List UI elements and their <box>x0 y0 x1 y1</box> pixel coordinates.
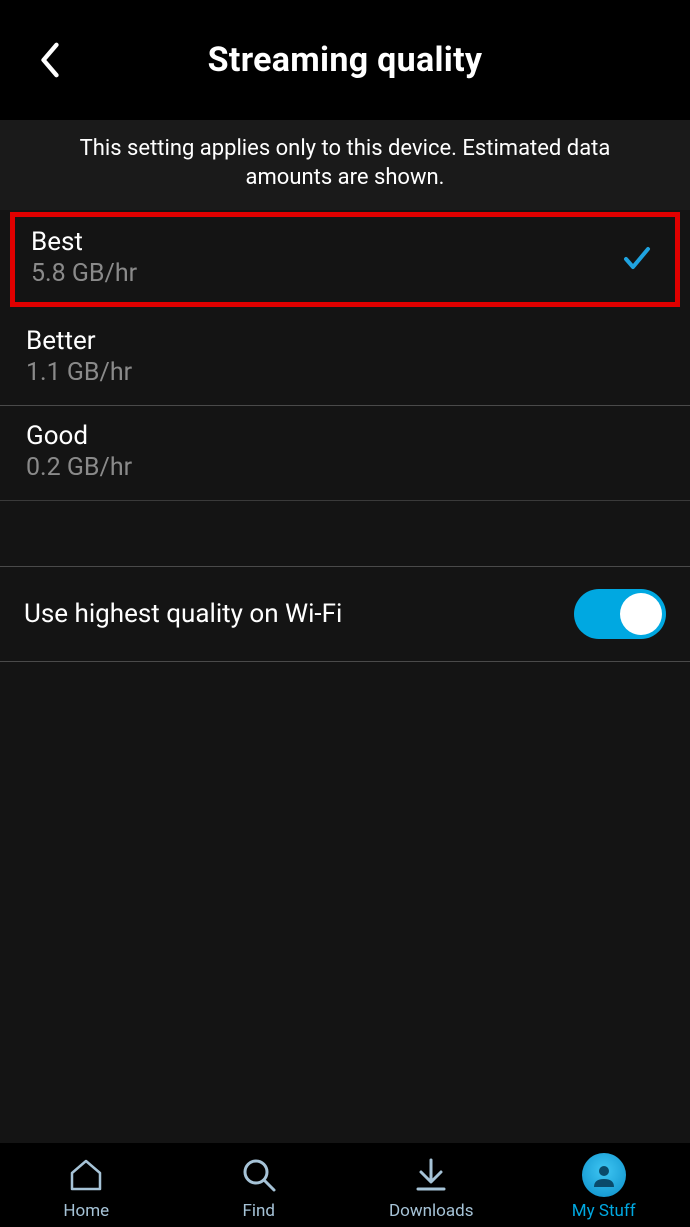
wifi-quality-label: Use highest quality on Wi-Fi <box>24 599 342 629</box>
quality-sublabel: 5.8 GB/hr <box>31 259 137 288</box>
quality-sublabel: 1.1 GB/hr <box>26 358 132 387</box>
bottom-nav: Home Find Downloads <box>0 1143 690 1227</box>
quality-text: Better 1.1 GB/hr <box>26 326 132 387</box>
toggle-knob <box>620 593 662 635</box>
quality-label: Best <box>31 227 137 257</box>
wifi-quality-row: Use highest quality on Wi-Fi <box>0 567 690 662</box>
quality-option-best[interactable]: Best 5.8 GB/hr <box>10 212 680 307</box>
quality-option-better[interactable]: Better 1.1 GB/hr <box>0 311 690 406</box>
nav-item-mystuff[interactable]: My Stuff <box>518 1155 690 1221</box>
quality-option-good[interactable]: Good 0.2 GB/hr <box>0 406 690 501</box>
home-icon <box>66 1155 106 1195</box>
quality-list: Best 5.8 GB/hr Better 1.1 GB/hr Good 0.2… <box>0 212 690 501</box>
page-title: Streaming quality <box>208 40 483 80</box>
info-banner: This setting applies only to this device… <box>0 120 690 210</box>
nav-label: Downloads <box>389 1201 473 1221</box>
header-bar: Streaming quality <box>0 0 690 120</box>
nav-label: My Stuff <box>572 1201 636 1221</box>
nav-label: Find <box>242 1201 275 1221</box>
nav-item-downloads[interactable]: Downloads <box>345 1155 518 1221</box>
quality-label: Better <box>26 326 132 356</box>
back-button[interactable] <box>30 40 70 80</box>
quality-label: Good <box>26 421 132 451</box>
chevron-left-icon <box>37 40 63 80</box>
nav-label: Home <box>63 1201 109 1221</box>
avatar-icon <box>582 1155 626 1195</box>
quality-text: Good 0.2 GB/hr <box>26 421 132 482</box>
nav-item-home[interactable]: Home <box>0 1155 173 1221</box>
section-spacer <box>0 501 690 567</box>
wifi-quality-toggle[interactable] <box>574 589 666 639</box>
search-icon <box>239 1155 279 1195</box>
content-area: Best 5.8 GB/hr Better 1.1 GB/hr Good 0.2… <box>0 210 690 1143</box>
download-icon <box>411 1155 451 1195</box>
quality-text: Best 5.8 GB/hr <box>31 227 137 288</box>
checkmark-icon <box>621 242 653 274</box>
quality-sublabel: 0.2 GB/hr <box>26 453 132 482</box>
nav-item-find[interactable]: Find <box>173 1155 346 1221</box>
